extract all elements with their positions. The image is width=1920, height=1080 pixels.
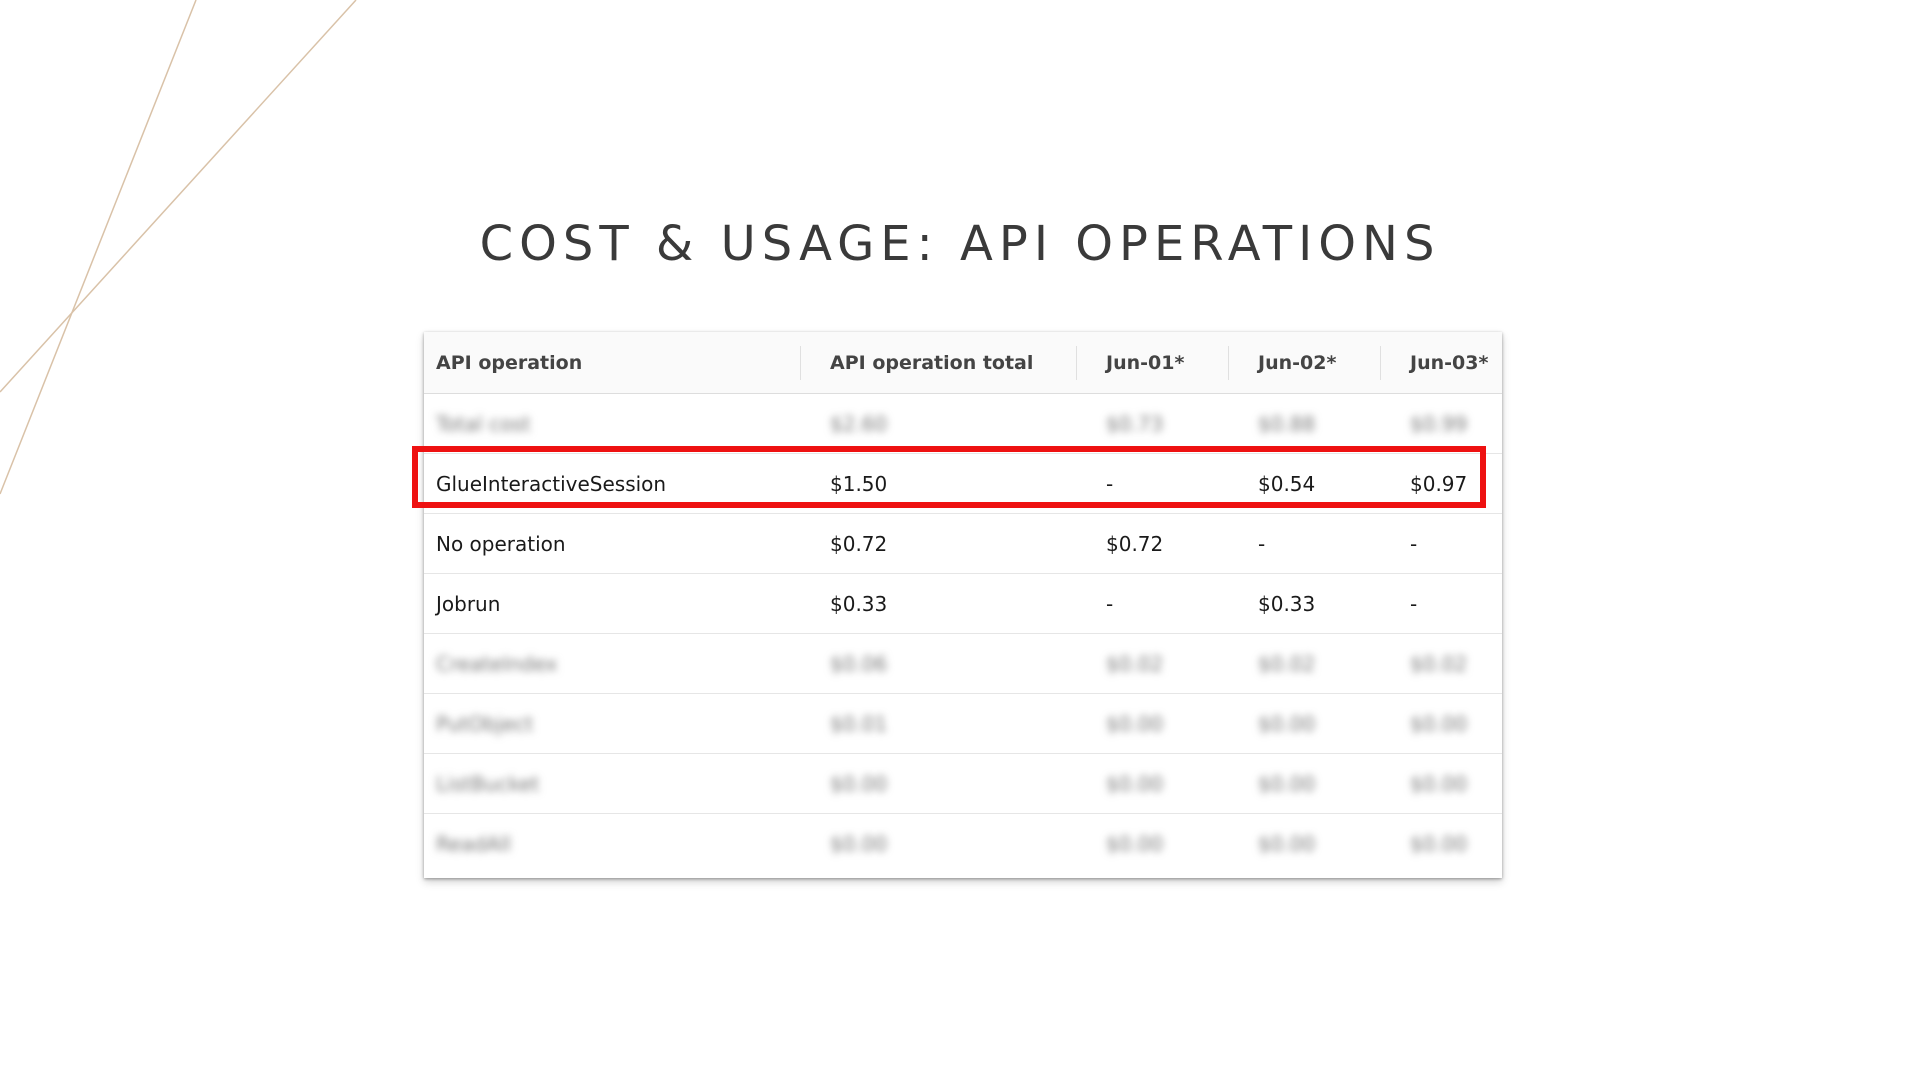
- decorative-line: [0, 0, 357, 393]
- row-jun-03-cost: $0.00: [1410, 711, 1468, 736]
- row-jun-01-cost: -: [1106, 591, 1114, 616]
- column-header-jun-02[interactable]: Jun-02*: [1258, 332, 1336, 393]
- row-jun-02-cost: $0.00: [1258, 711, 1316, 736]
- row-jun-03-cost: $0.02: [1410, 651, 1468, 676]
- table-row-highlighted: GlueInteractiveSession $1.50 - $0.54 $0.…: [424, 454, 1502, 514]
- row-jun-02-cost: $0.02: [1258, 651, 1316, 676]
- column-separator: [1228, 346, 1229, 380]
- row-operation-total: $0.06: [830, 651, 888, 676]
- row-operation-name: Total cost: [436, 411, 531, 436]
- row-jun-03-cost: $0.97: [1410, 471, 1468, 496]
- row-jun-01-cost: $0.00: [1106, 832, 1164, 856]
- row-operation-total: $1.50: [830, 471, 888, 496]
- column-header-jun-01[interactable]: Jun-01*: [1106, 332, 1184, 393]
- row-jun-03-cost: $0.00: [1410, 832, 1468, 856]
- table-row: Total cost $2.60 $0.73 $0.88 $0.99: [424, 394, 1502, 454]
- row-jun-03-cost: -: [1410, 591, 1418, 616]
- column-header-api-operation-total[interactable]: API operation total: [830, 332, 1033, 393]
- row-jun-01-cost: $0.00: [1106, 711, 1164, 736]
- row-operation-total: $2.60: [830, 411, 888, 436]
- row-jun-03-cost: $0.00: [1410, 771, 1468, 796]
- row-operation-total: $0.00: [830, 832, 888, 856]
- table-header-row: API operation API operation total Jun-01…: [424, 332, 1502, 394]
- row-jun-02-cost: -: [1258, 531, 1266, 556]
- column-separator: [800, 346, 801, 380]
- column-header-api-operation[interactable]: API operation: [436, 332, 582, 393]
- table-row: ReadAll $0.00 $0.00 $0.00 $0.00: [424, 814, 1502, 874]
- column-separator: [1380, 346, 1381, 380]
- row-operation-name: ReadAll: [436, 832, 512, 856]
- column-separator: [1076, 346, 1077, 380]
- cost-usage-table: API operation API operation total Jun-01…: [424, 332, 1502, 878]
- row-jun-03-cost: $0.99: [1410, 411, 1468, 436]
- row-jun-01-cost: $0.00: [1106, 771, 1164, 796]
- row-jun-01-cost: $0.73: [1106, 411, 1164, 436]
- row-operation-total: $0.33: [830, 591, 888, 616]
- row-operation-name: ListBucket: [436, 771, 540, 796]
- column-header-jun-03[interactable]: Jun-03*: [1410, 332, 1488, 393]
- row-jun-01-cost: $0.72: [1106, 531, 1164, 556]
- table-row: Jobrun $0.33 - $0.33 -: [424, 574, 1502, 634]
- row-operation-name: GlueInteractiveSession: [436, 471, 667, 496]
- row-operation-total: $0.00: [830, 771, 888, 796]
- row-jun-02-cost: $0.00: [1258, 832, 1316, 856]
- table-row: PutObject $0.01 $0.00 $0.00 $0.00: [424, 694, 1502, 754]
- table-row: No operation $0.72 $0.72 - -: [424, 514, 1502, 574]
- row-jun-02-cost: $0.00: [1258, 771, 1316, 796]
- row-operation-name: PutObject: [436, 711, 534, 736]
- row-operation-name: CreateIndex: [436, 651, 558, 676]
- row-jun-01-cost: -: [1106, 471, 1114, 496]
- row-operation-total: $0.72: [830, 531, 888, 556]
- row-jun-01-cost: $0.02: [1106, 651, 1164, 676]
- row-jun-02-cost: $0.33: [1258, 591, 1316, 616]
- table-row: ListBucket $0.00 $0.00 $0.00 $0.00: [424, 754, 1502, 814]
- table-row: CreateIndex $0.06 $0.02 $0.02 $0.02: [424, 634, 1502, 694]
- row-jun-03-cost: -: [1410, 531, 1418, 556]
- row-operation-name: Jobrun: [436, 591, 501, 616]
- row-operation-total: $0.01: [830, 711, 888, 736]
- slide-title: COST & USAGE: API OPERATIONS: [479, 216, 1441, 272]
- row-operation-name: No operation: [436, 531, 566, 556]
- row-jun-02-cost: $0.88: [1258, 411, 1316, 436]
- row-jun-02-cost: $0.54: [1258, 471, 1316, 496]
